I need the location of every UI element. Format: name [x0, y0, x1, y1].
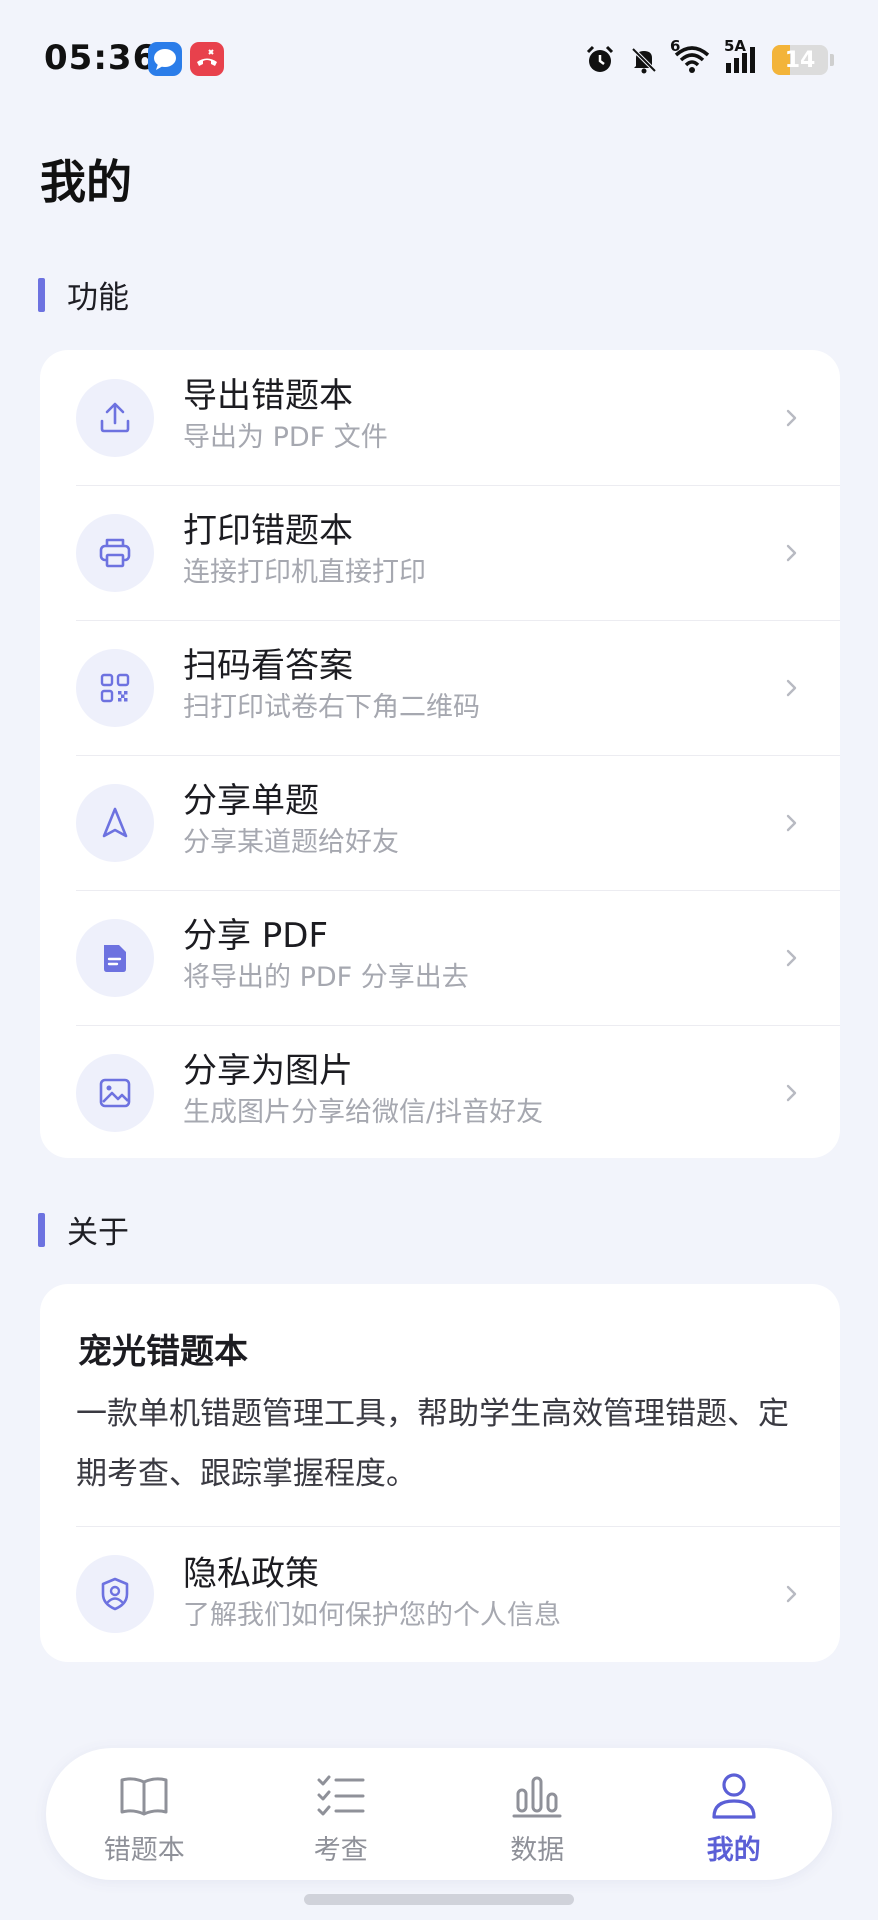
section-label: 关于	[67, 1215, 129, 1251]
app-name: 宠光错题本	[78, 1332, 248, 1372]
functions-card: 导出错题本 导出为 PDF 文件 打印错题本 连接打印机直接打印 扫码看答案 扫…	[40, 350, 840, 1158]
status-icons: 6 5A 14	[584, 37, 834, 80]
row-title: 分享单题	[183, 781, 319, 821]
book-icon	[120, 1777, 168, 1816]
row-text: 打印错题本 连接打印机直接打印	[183, 509, 426, 591]
bar-chart-icon	[512, 1776, 562, 1818]
row-subtitle: 导出为 PDF 文件	[183, 422, 388, 453]
nav-label: 错题本	[103, 1835, 185, 1866]
nav-label: 数据	[510, 1835, 565, 1866]
battery-nub	[830, 54, 834, 66]
section-accent-bar	[38, 277, 45, 312]
message-app-icon	[148, 42, 182, 76]
nav-item-data[interactable]: 数据	[439, 1748, 636, 1880]
row-subtitle: 了解我们如何保护您的个人信息	[183, 1600, 561, 1631]
checklist-icon	[317, 1775, 365, 1816]
printer-icon	[76, 513, 154, 592]
wifi-badge: 6	[670, 37, 681, 55]
row-title: 打印错题本	[183, 511, 353, 551]
scan-answer-row[interactable]: 扫码看答案 扫打印试卷右下角二维码	[40, 620, 840, 755]
row-title: 分享为图片	[183, 1051, 353, 1091]
qr-code-icon	[76, 648, 154, 727]
row-text: 扫码看答案 扫打印试卷右下角二维码	[183, 644, 480, 726]
user-icon	[712, 1773, 756, 1819]
print-notebook-row[interactable]: 打印错题本 连接打印机直接打印	[40, 485, 840, 620]
nav-item-notebook[interactable]: 错题本	[46, 1748, 243, 1880]
network-type: 5A	[724, 37, 747, 55]
row-title: 扫码看答案	[183, 646, 353, 686]
bottom-nav: 错题本 考查 数据 我的	[46, 1748, 832, 1880]
row-text: 分享 PDF 将导出的 PDF 分享出去	[183, 914, 469, 996]
privacy-policy-row[interactable]: 隐私政策 了解我们如何保护您的个人信息	[40, 1526, 840, 1662]
chevron-right-icon	[786, 814, 797, 831]
battery-icon: 14	[772, 45, 828, 75]
nav-item-review[interactable]: 考查	[243, 1748, 440, 1880]
row-title: 隐私政策	[183, 1554, 319, 1594]
chevron-right-icon	[786, 679, 797, 696]
wifi-indicator: 6	[670, 37, 712, 75]
profile-page: 05:36 6 5A 14 我的 功能 导出错题本 导出为 PDF 文件 打印错…	[0, 0, 878, 1920]
cellular-indicator: 5A	[724, 37, 760, 75]
bell-muted-icon	[631, 47, 657, 74]
export-notebook-row[interactable]: 导出错题本 导出为 PDF 文件	[40, 350, 840, 485]
row-text: 分享单题 分享某道题给好友	[183, 779, 399, 861]
upload-icon	[76, 378, 154, 457]
battery-level: 14	[784, 47, 816, 73]
row-title: 分享 PDF	[183, 916, 329, 956]
nav-label: 考查	[313, 1835, 368, 1866]
chevron-right-icon	[786, 949, 797, 966]
row-text: 导出错题本 导出为 PDF 文件	[183, 374, 388, 456]
document-icon	[76, 918, 154, 997]
row-subtitle: 将导出的 PDF 分享出去	[183, 962, 469, 993]
chevron-right-icon	[786, 1585, 797, 1603]
share-pdf-row[interactable]: 分享 PDF 将导出的 PDF 分享出去	[40, 890, 840, 1025]
image-icon	[76, 1053, 154, 1132]
share-question-row[interactable]: 分享单题 分享某道题给好友	[40, 755, 840, 890]
alarm-icon	[586, 45, 614, 72]
app-description: 一款单机错题管理工具，帮助学生高效管理错题、定期考查、跟踪掌握程度。	[76, 1396, 789, 1492]
row-title: 导出错题本	[183, 376, 353, 416]
page-title: 我的	[40, 155, 132, 209]
section-header-functions: 功能	[38, 272, 129, 317]
share-image-row[interactable]: 分享为图片 生成图片分享给微信/抖音好友	[40, 1025, 840, 1158]
about-card: 宠光错题本 一款单机错题管理工具，帮助学生高效管理错题、定期考查、跟踪掌握程度。…	[40, 1284, 840, 1662]
shield-user-icon	[76, 1555, 154, 1633]
status-time: 05:36	[44, 38, 158, 78]
send-icon	[76, 783, 154, 862]
section-label: 功能	[67, 280, 129, 316]
home-indicator[interactable]	[304, 1894, 574, 1905]
row-text: 分享为图片 生成图片分享给微信/抖音好友	[183, 1049, 543, 1131]
chevron-right-icon	[786, 409, 797, 426]
nav-item-mine[interactable]: 我的	[636, 1748, 833, 1880]
row-subtitle: 生成图片分享给微信/抖音好友	[183, 1097, 544, 1128]
section-header-about: 关于	[38, 1207, 129, 1252]
section-accent-bar	[38, 1212, 45, 1247]
chevron-right-icon	[786, 544, 797, 561]
status-bar: 05:36 6 5A 14	[0, 0, 878, 120]
row-subtitle: 分享某道题给好友	[183, 827, 399, 858]
chevron-right-icon	[786, 1084, 797, 1101]
row-subtitle: 扫打印试卷右下角二维码	[183, 692, 480, 723]
row-text: 隐私政策 了解我们如何保护您的个人信息	[183, 1552, 561, 1634]
nav-label: 我的	[706, 1835, 761, 1866]
call-app-icon	[190, 42, 224, 76]
row-subtitle: 连接打印机直接打印	[183, 557, 426, 588]
